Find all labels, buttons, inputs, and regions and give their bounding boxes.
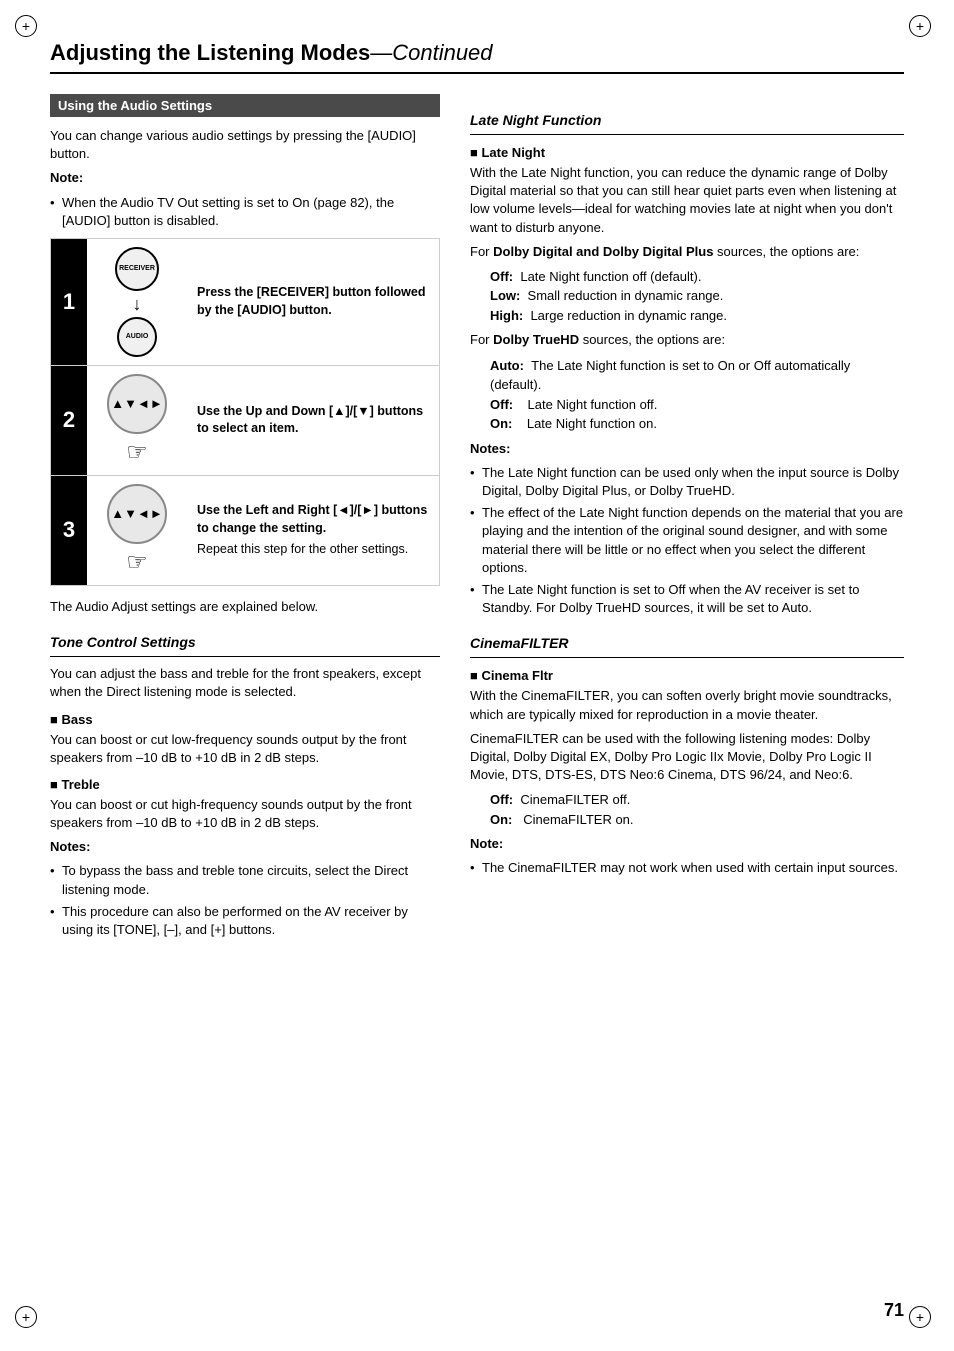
late-night-intro: With the Late Night function, you can re… [470,164,904,237]
dolby-dd-opt-1: Off: Late Night function off (default). [490,267,904,287]
step-3-nav: ▲▼◄► ☞ [107,484,167,577]
step-3-text: Use the Left and Right [◄]/[►] buttons t… [187,494,439,567]
arrow-down-icon: ↓ [133,295,142,313]
step-1-number: 1 [51,239,87,365]
page-number: 71 [884,1300,904,1321]
treble-title: Treble [50,777,440,792]
page-container: Adjusting the Listening Modes—Continued … [0,0,954,1351]
step-3-number: 3 [51,476,87,585]
corner-mark-br [909,1306,939,1336]
dolby-dd-opt-3: High: Large reduction in dynamic range. [490,306,904,326]
dolby-truehd-opt-1: Auto: The Late Night function is set to … [490,356,904,395]
cinema-filter-opt-2: On: CinemaFILTER on. [490,810,904,830]
corner-mark-tr [909,15,939,45]
dolby-truehd-intro: For Dolby TrueHD sources, the options ar… [470,331,904,349]
step-1-row: 1 RECEIVER ↓ AUDIO Press the [RECEIVER] … [51,239,439,366]
tone-control-title: Tone Control Settings [50,634,440,650]
audio-notes: When the Audio TV Out setting is set to … [50,194,440,230]
bass-title: Bass [50,712,440,727]
nav-button-3: ▲▼◄► [107,484,167,544]
dolby-truehd-opt-2: Off: Late Night function off. [490,395,904,415]
audio-settings-header: Using the Audio Settings [50,94,440,117]
bass-text: You can boost or cut low-frequency sound… [50,731,440,767]
late-night-note-2: The effect of the Late Night function de… [470,504,904,577]
step-2-text: Use the Up and Down [▲]/[▼] buttons to s… [187,395,439,446]
step-3-row: 3 ▲▼◄► ☞ Use the Left and Right [◄]/[►] … [51,476,439,585]
late-night-section-title: Late Night Function [470,112,904,128]
tone-intro: You can adjust the bass and treble for t… [50,665,440,701]
cinema-filter-intro: With the CinemaFILTER, you can soften ov… [470,687,904,723]
main-content: Using the Audio Settings You can change … [50,94,904,947]
audio-settings-intro: You can change various audio settings by… [50,127,440,163]
hand-icon-2: ☞ [126,438,148,467]
tone-notes-list: To bypass the bass and treble tone circu… [50,862,440,939]
step-2-image: ▲▼◄► ☞ [87,366,187,475]
dolby-dd-intro: For Dolby Digital and Dolby Digital Plus… [470,243,904,261]
cinema-filter-notes-list: The CinemaFILTER may not work when used … [470,859,904,877]
cinema-filter-subsection-title: Cinema Fltr [470,668,904,683]
tone-note-1: To bypass the bass and treble tone circu… [50,862,440,898]
hand-icon-3: ☞ [126,548,148,577]
cinema-filter-divider [470,657,904,658]
step-2-number: 2 [51,366,87,475]
step-3-subtext: Repeat this step for the other settings. [197,541,429,559]
cinema-filter-modes: CinemaFILTER can be used with the follow… [470,730,904,785]
right-column: Late Night Function Late Night With the … [470,94,904,947]
receiver-button: RECEIVER [115,247,159,291]
step-3-image: ▲▼◄► ☞ [87,476,187,585]
late-night-subsection-title: Late Night [470,145,904,160]
audio-note-item: When the Audio TV Out setting is set to … [50,194,440,230]
step-2-row: 2 ▲▼◄► ☞ Use the Up and Down [▲]/[▼] but… [51,366,439,476]
tone-divider [50,656,440,657]
late-night-note-3: The Late Night function is set to Off wh… [470,581,904,617]
corner-mark-bl [15,1306,45,1336]
late-night-note-1: The Late Night function can be used only… [470,464,904,500]
steps-area: 1 RECEIVER ↓ AUDIO Press the [RECEIVER] … [50,238,440,586]
page-title: Adjusting the Listening Modes—Continued [50,40,904,74]
cinema-filter-section-title: CinemaFILTER [470,635,904,651]
tone-notes-label: Notes: [50,838,440,856]
audio-note-label: Note: [50,169,440,187]
treble-text: You can boost or cut high-frequency soun… [50,796,440,832]
cinema-filter-opt-1: Off: CinemaFILTER off. [490,790,904,810]
late-night-notes-label: Notes: [470,440,904,458]
left-column: Using the Audio Settings You can change … [50,94,440,947]
step-1-buttons: RECEIVER ↓ AUDIO [115,247,159,357]
corner-mark-tl [15,15,45,45]
dolby-truehd-opt-3: On: Late Night function on. [490,414,904,434]
dolby-dd-options: Off: Late Night function off (default). … [470,267,904,326]
dolby-dd-opt-2: Low: Small reduction in dynamic range. [490,286,904,306]
cinema-filter-note-1: The CinemaFILTER may not work when used … [470,859,904,877]
after-steps-text: The Audio Adjust settings are explained … [50,598,440,616]
audio-button: AUDIO [117,317,157,357]
step-2-nav: ▲▼◄► ☞ [107,374,167,467]
dolby-truehd-options: Auto: The Late Night function is set to … [470,356,904,434]
step-1-text: Press the [RECEIVER] button followed by … [187,276,439,327]
nav-button-2: ▲▼◄► [107,374,167,434]
cinema-filter-note-label: Note: [470,835,904,853]
late-night-divider [470,134,904,135]
late-night-notes-list: The Late Night function can be used only… [470,464,904,618]
step-1-image: RECEIVER ↓ AUDIO [87,239,187,365]
cinema-filter-options: Off: CinemaFILTER off. On: CinemaFILTER … [470,790,904,829]
tone-note-2: This procedure can also be performed on … [50,903,440,939]
